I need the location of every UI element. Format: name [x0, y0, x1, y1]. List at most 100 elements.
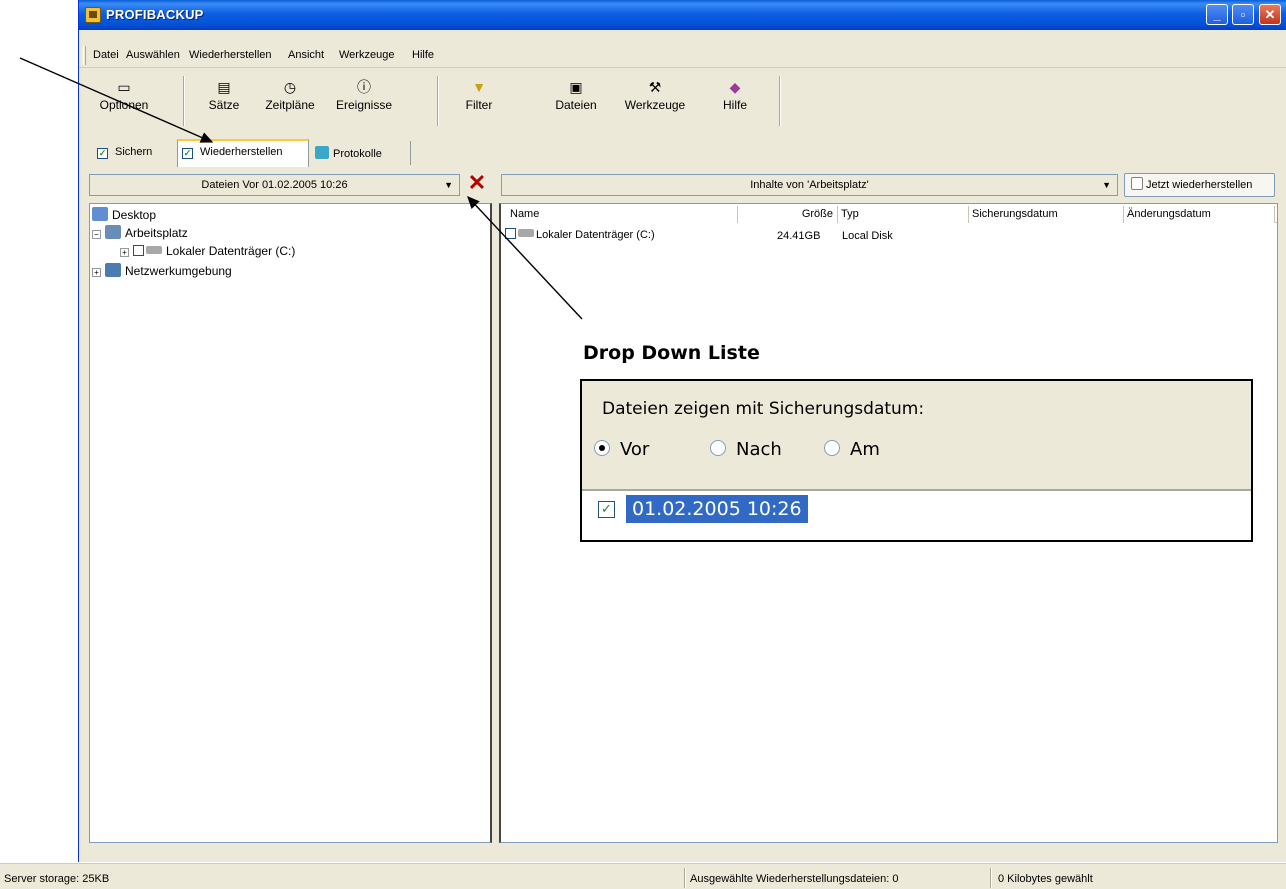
backup-date-dropdown[interactable]: Dateien Vor 01.02.2005 10:26 ▼ [89, 174, 460, 196]
tools-icon: ⚒ [648, 79, 662, 95]
column-header-modified-date[interactable]: Änderungsdatum [1124, 206, 1275, 223]
radio-am[interactable]: Am [824, 439, 880, 460]
backup-date-dropdown-value: Dateien Vor 01.02.2005 10:26 [201, 179, 348, 191]
options-button[interactable]: ▭ Optionen [89, 78, 159, 112]
app-icon [85, 7, 101, 23]
menu-grip [83, 46, 86, 65]
tab-wiederherstellen-checkbox[interactable]: ✓ [182, 148, 193, 159]
status-bar: Server storage: 25KB Ausgewählte Wiederh… [0, 863, 1286, 889]
expand-icon[interactable]: + [92, 268, 101, 277]
maximize-button[interactable]: ▫ [1232, 4, 1254, 25]
menu-bar: Datei Auswählen Wiederherstellen Ansicht… [79, 44, 1286, 68]
filter-button[interactable]: ▼ Filter [457, 78, 501, 112]
menu-werkzeuge[interactable]: Werkzeuge [339, 49, 394, 61]
table-row[interactable]: Lokaler Datenträger (C:) [505, 228, 655, 241]
options-icon: ▭ [117, 79, 131, 95]
menu-ansicht[interactable]: Ansicht [288, 49, 324, 61]
tree-item-label: Netzwerkumgebung [125, 264, 232, 278]
filter-label: Filter [465, 98, 493, 112]
restore-now-button[interactable]: Jetzt wiederherstellen [1124, 173, 1275, 197]
schedules-button[interactable]: ◷ Zeitpläne [257, 78, 323, 112]
tab-wiederherstellen-label: Wiederherstellen [200, 146, 283, 158]
close-button[interactable]: ✕ [1259, 4, 1281, 25]
schedules-label: Zeitpläne [265, 98, 315, 112]
close-icon: ✕ [467, 170, 487, 195]
radio-am-button[interactable] [824, 440, 840, 456]
menu-datei[interactable]: Datei [93, 49, 119, 61]
content-location-value: Inhalte von 'Arbeitsplatz' [750, 179, 869, 191]
status-kilobytes: 0 Kilobytes gewählt [998, 873, 1093, 885]
radio-vor[interactable]: Vor [594, 439, 649, 460]
computer-icon [105, 225, 121, 239]
help-button[interactable]: ◆ Hilfe [713, 78, 757, 112]
menu-auswaehlen[interactable]: Auswählen [126, 49, 180, 61]
tree-item-lokaler-datentraeger[interactable]: + Lokaler Datenträger (C:) [120, 244, 295, 258]
radio-vor-label: Vor [620, 439, 650, 460]
column-header-name[interactable]: Name [507, 206, 738, 223]
radio-nach-button[interactable] [710, 440, 726, 456]
events-button[interactable]: ⓘ Ereignisse [327, 78, 401, 112]
folder-tree[interactable]: Desktop − Arbeitsplatz + Lokaler Datenträg… [89, 203, 492, 843]
tree-item-label: Lokaler Datenträger (C:) [166, 244, 296, 258]
files-button[interactable]: ▣ Dateien [549, 78, 603, 112]
expand-icon[interactable]: + [120, 248, 129, 257]
sets-label: Sätze [208, 98, 240, 112]
help-label: Hilfe [722, 98, 747, 112]
desktop-icon [92, 207, 108, 221]
radio-nach[interactable]: Nach [710, 439, 782, 460]
status-separator [990, 868, 992, 888]
chevron-down-icon[interactable]: ▼ [1102, 175, 1111, 195]
radio-vor-button[interactable] [594, 440, 610, 456]
toolbar: ▭ Optionen ▤ Sätze ◷ Zeitpläne ⓘ Ereigni… [79, 70, 781, 132]
tree-item-label: Arbeitsplatz [125, 226, 188, 240]
date-list: ✓ 01.02.2005 10:26 [582, 489, 1251, 540]
sets-button[interactable]: ▤ Sätze [199, 78, 249, 112]
row-type: Local Disk [842, 230, 893, 242]
row-checkbox[interactable] [505, 228, 516, 239]
disk-icon [518, 229, 534, 237]
menu-wiederherstellen[interactable]: Wiederherstellen [189, 49, 272, 61]
date-checkbox[interactable]: ✓ [598, 501, 615, 518]
tools-button[interactable]: ⚒ Werkzeuge [615, 78, 695, 112]
title-bar[interactable]: PROFIBACKUP _ ▫ ✕ [79, 0, 1286, 30]
tree-item-desktop[interactable]: Desktop [92, 207, 156, 222]
list-header: Name Größe Typ Sicherungsdatum Änderungs… [507, 206, 1277, 223]
book-icon: ◆ [729, 79, 741, 95]
tree-item-checkbox[interactable] [133, 245, 144, 256]
status-separator [684, 868, 686, 888]
row-name: Lokaler Datenträger (C:) [536, 229, 655, 241]
status-storage: Server storage: 25KB [4, 873, 110, 885]
tab-protokolle[interactable]: Protokolle [315, 141, 411, 165]
toolbar-separator [437, 76, 439, 126]
tree-item-arbeitsplatz[interactable]: − Arbeitsplatz [92, 225, 188, 240]
menu-hilfe[interactable]: Hilfe [412, 49, 434, 61]
restore-now-label: Jetzt wiederherstellen [1146, 179, 1253, 191]
status-selected-files: Ausgewählte Wiederherstellungsdateien: 0 [690, 873, 899, 885]
tab-wiederherstellen[interactable]: ✓ Wiederherstellen [177, 139, 309, 167]
column-header-type[interactable]: Typ [838, 206, 969, 223]
tab-sichern-label: Sichern [115, 146, 153, 158]
column-header-backup-date[interactable]: Sicherungsdatum [969, 206, 1124, 223]
toolbar-separator [779, 76, 781, 126]
collapse-icon[interactable]: − [92, 230, 101, 239]
content-location-dropdown[interactable]: Inhalte von 'Arbeitsplatz' ▼ [501, 174, 1118, 196]
events-label: Ereignisse [335, 98, 393, 112]
callout-label: Drop Down Liste [583, 342, 760, 364]
clear-filter-button[interactable]: ✕ [466, 172, 488, 196]
tab-sichern-checkbox[interactable]: ✓ [97, 148, 108, 159]
tree-item-netzwerkumgebung[interactable]: + Netzwerkumgebung [92, 263, 232, 278]
chevron-down-icon[interactable]: ▼ [444, 175, 453, 195]
sets-icon: ▤ [217, 79, 231, 95]
tab-sichern[interactable]: ✓ Sichern [97, 141, 167, 165]
dropdown-callout: Dateien zeigen mit Sicherungsdatum: Vor … [580, 379, 1253, 542]
column-header-size[interactable]: Größe [738, 206, 838, 223]
file-icon: ▣ [569, 79, 583, 95]
network-icon [105, 263, 121, 277]
row-size: 24.41GB [777, 230, 821, 242]
callout-heading: Dateien zeigen mit Sicherungsdatum: [602, 399, 925, 419]
tab-protokolle-label: Protokolle [333, 148, 382, 160]
log-book-icon [315, 146, 329, 159]
clock-icon: ◷ [283, 79, 297, 95]
minimize-button[interactable]: _ [1206, 4, 1228, 25]
date-list-item[interactable]: 01.02.2005 10:26 [626, 495, 808, 523]
